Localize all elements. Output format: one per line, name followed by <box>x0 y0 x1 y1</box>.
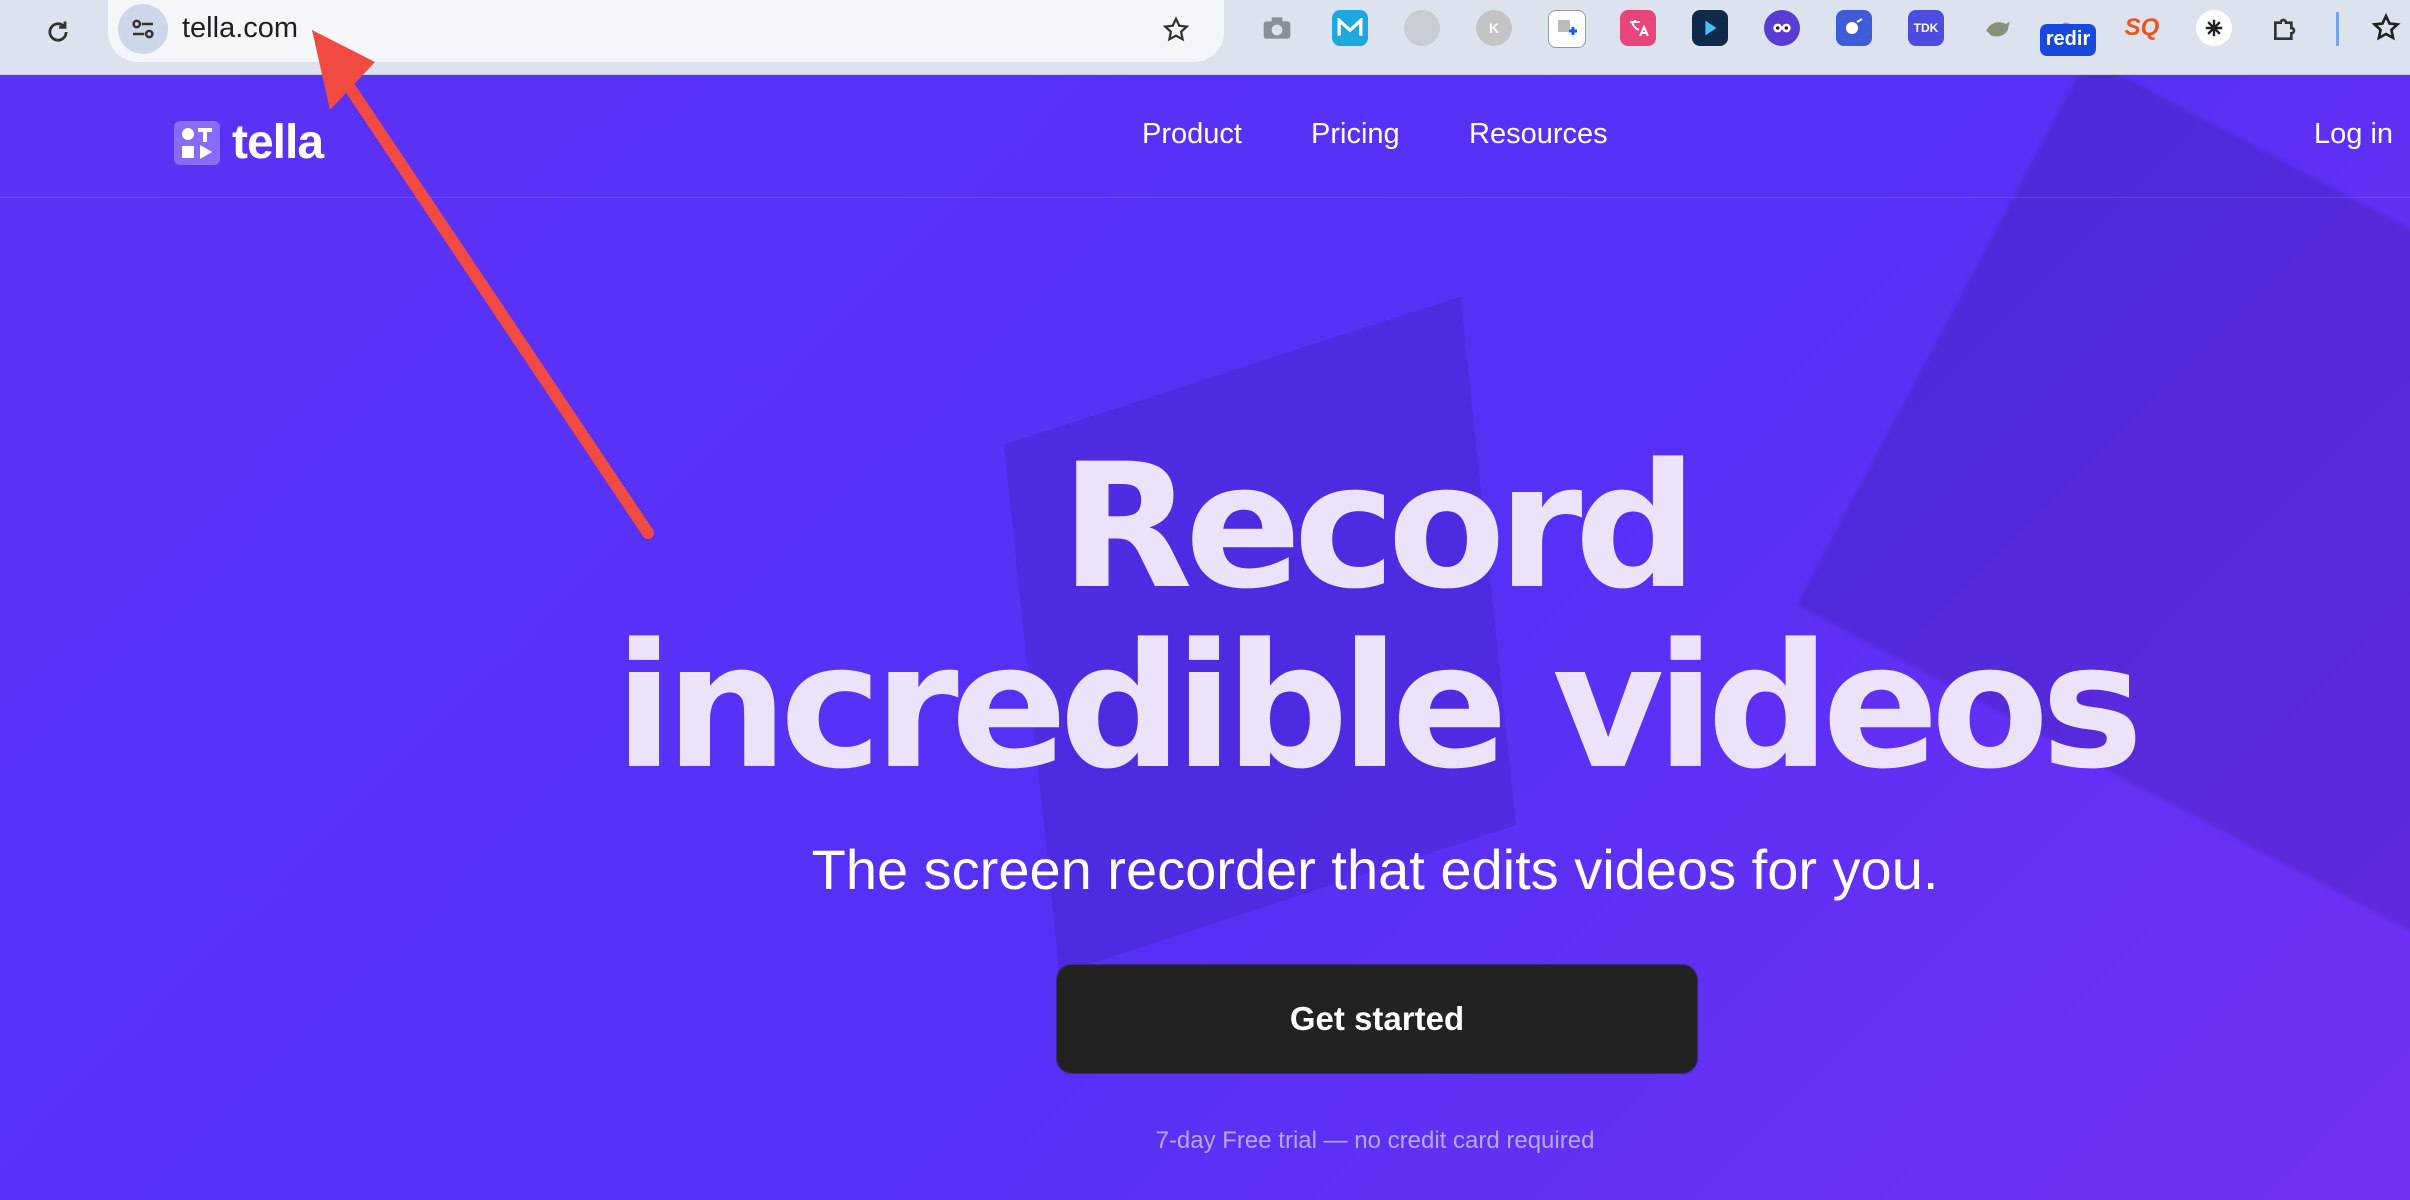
sq-extension-icon[interactable]: SQ <box>2124 10 2160 46</box>
tella-logo[interactable]: tella <box>174 115 324 170</box>
translate-extension-icon[interactable] <box>1620 10 1656 46</box>
asterisk-extension-icon[interactable] <box>2196 10 2232 46</box>
screenshot-extension-icon[interactable] <box>1548 10 1586 48</box>
k-extension-icon[interactable]: K <box>1476 10 1512 46</box>
site-header: tella Product Pricing Resources Log in <box>0 75 2410 198</box>
toolbar-divider <box>2336 12 2339 46</box>
redir-extension-badge[interactable]: redir <box>2040 24 2096 56</box>
trial-note: 7-day Free trial — no credit card requir… <box>1155 1127 1595 1154</box>
address-bar[interactable]: tella.com <box>108 0 1224 62</box>
robot-extension-icon[interactable] <box>1764 10 1800 46</box>
reload-icon[interactable] <box>38 12 78 52</box>
browser-toolbar: tella.com K TDK redir SQ <box>0 0 2410 75</box>
chat-extension-icon[interactable] <box>1836 10 1872 46</box>
login-link[interactable]: Log in <box>2314 118 2393 151</box>
star-icon[interactable] <box>1156 10 1196 50</box>
puzzle-icon[interactable] <box>2268 10 2304 46</box>
tdk-extension-icon[interactable]: TDK <box>1908 10 1944 46</box>
camera-extension-icon[interactable] <box>1259 10 1295 46</box>
play-extension-icon[interactable] <box>1692 10 1728 46</box>
mail-extension-icon[interactable] <box>1332 10 1368 46</box>
hero-title-line2: incredible videos <box>614 606 2144 807</box>
nav-resources[interactable]: Resources <box>1469 118 1608 151</box>
bookmarks-star-icon[interactable] <box>2366 10 2406 46</box>
url-text[interactable]: tella.com <box>182 11 298 45</box>
bird-extension-icon[interactable] <box>1980 10 2016 46</box>
nav-product[interactable]: Product <box>1142 118 1242 151</box>
nav-pricing[interactable]: Pricing <box>1311 118 1400 151</box>
logo-text: tella <box>232 116 324 169</box>
tella-logo-icon <box>174 120 220 165</box>
site-info-icon[interactable] <box>118 4 168 54</box>
tella-landing-page: tella Product Pricing Resources Log in R… <box>0 75 2410 1200</box>
moon-extension-icon[interactable] <box>1404 10 1440 46</box>
get-started-button[interactable]: Get started <box>1056 964 1698 1074</box>
hero-subtitle: The screen recorder that edits videos fo… <box>811 838 1939 901</box>
hero-title-line1: Record <box>1060 426 1697 627</box>
